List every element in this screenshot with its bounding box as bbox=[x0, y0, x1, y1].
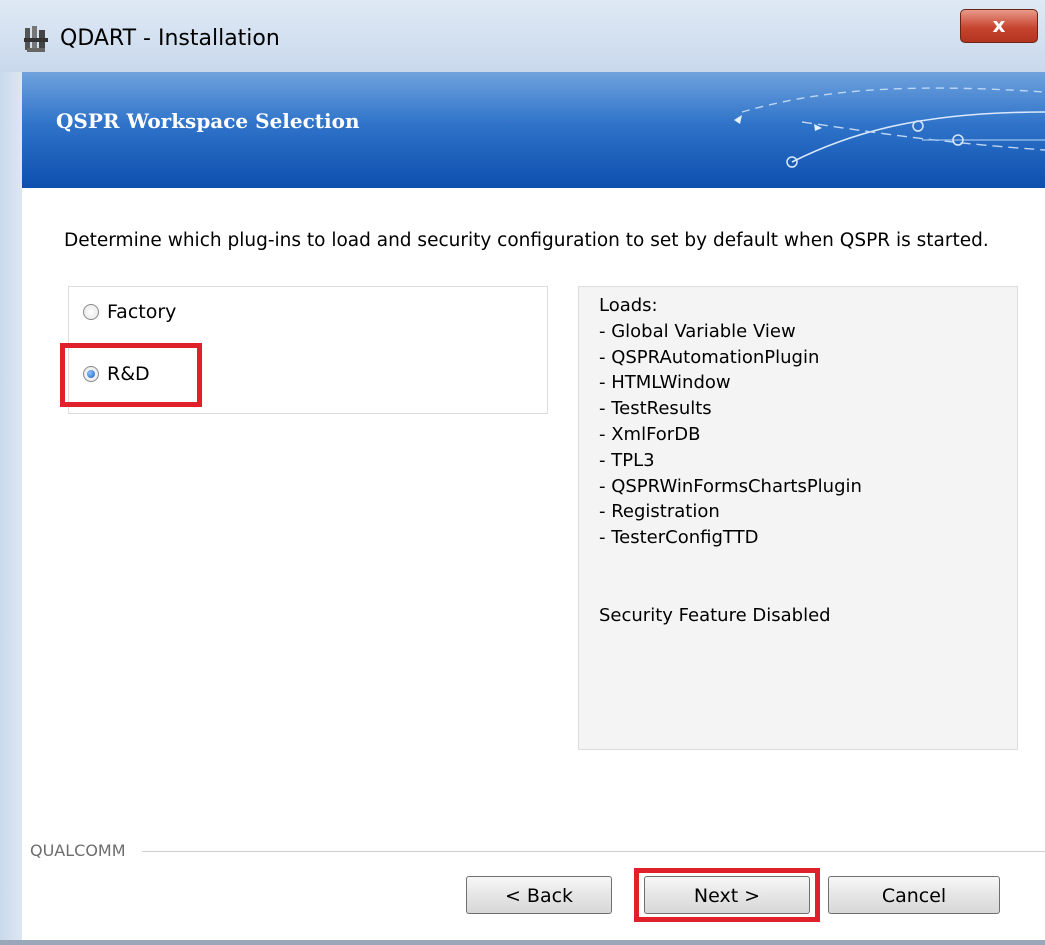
list-item: - XmlForDB bbox=[599, 423, 701, 445]
installer-app-icon bbox=[24, 26, 48, 52]
window-frame-bottom bbox=[0, 940, 1045, 945]
close-icon: x bbox=[992, 13, 1006, 37]
workspace-details-panel: Loads: - Global Variable View - QSPRAuto… bbox=[578, 286, 1018, 750]
list-item: - QSPRAutomationPlugin bbox=[599, 346, 820, 368]
security-status: Security Feature Disabled bbox=[599, 605, 831, 626]
title-bar[interactable]: QDART - Installation x bbox=[0, 0, 1045, 72]
next-highlight-box bbox=[634, 868, 820, 922]
factory-option[interactable]: Factory bbox=[83, 299, 176, 325]
list-item: - QSPRWinFormsChartsPlugin bbox=[599, 475, 862, 497]
window-frame-left bbox=[0, 72, 22, 945]
factory-radio[interactable] bbox=[83, 304, 99, 320]
list-item: - Registration bbox=[599, 501, 720, 523]
installer-window: QDART - Installation x QSPR Workspace Se… bbox=[0, 0, 1045, 945]
brand-divider bbox=[142, 851, 1045, 852]
close-button[interactable]: x bbox=[960, 9, 1038, 43]
instruction-text: Determine which plug-ins to load and sec… bbox=[64, 230, 989, 251]
list-item: - Global Variable View bbox=[599, 320, 796, 342]
factory-label: Factory bbox=[107, 301, 177, 323]
cancel-button[interactable]: Cancel bbox=[828, 876, 1000, 914]
list-item: - TesterConfigTTD bbox=[599, 527, 759, 549]
page-title: QSPR Workspace Selection bbox=[56, 109, 360, 133]
brand-label: QUALCOMM bbox=[30, 841, 134, 860]
circuit-decoration-icon bbox=[734, 87, 1045, 168]
list-item: - TPL3 bbox=[599, 449, 655, 471]
rnd-highlight-box bbox=[60, 343, 202, 407]
header-banner: QSPR Workspace Selection bbox=[22, 72, 1045, 188]
list-item: - HTMLWindow bbox=[599, 372, 731, 394]
loads-list: Loads: - Global Variable View - QSPRAuto… bbox=[599, 293, 862, 551]
content-area: Determine which plug-ins to load and sec… bbox=[22, 188, 1045, 945]
back-button[interactable]: < Back bbox=[466, 876, 612, 914]
loads-heading: Loads: bbox=[599, 295, 658, 316]
window-title: QDART - Installation bbox=[60, 26, 280, 51]
list-item: - TestResults bbox=[599, 398, 712, 420]
